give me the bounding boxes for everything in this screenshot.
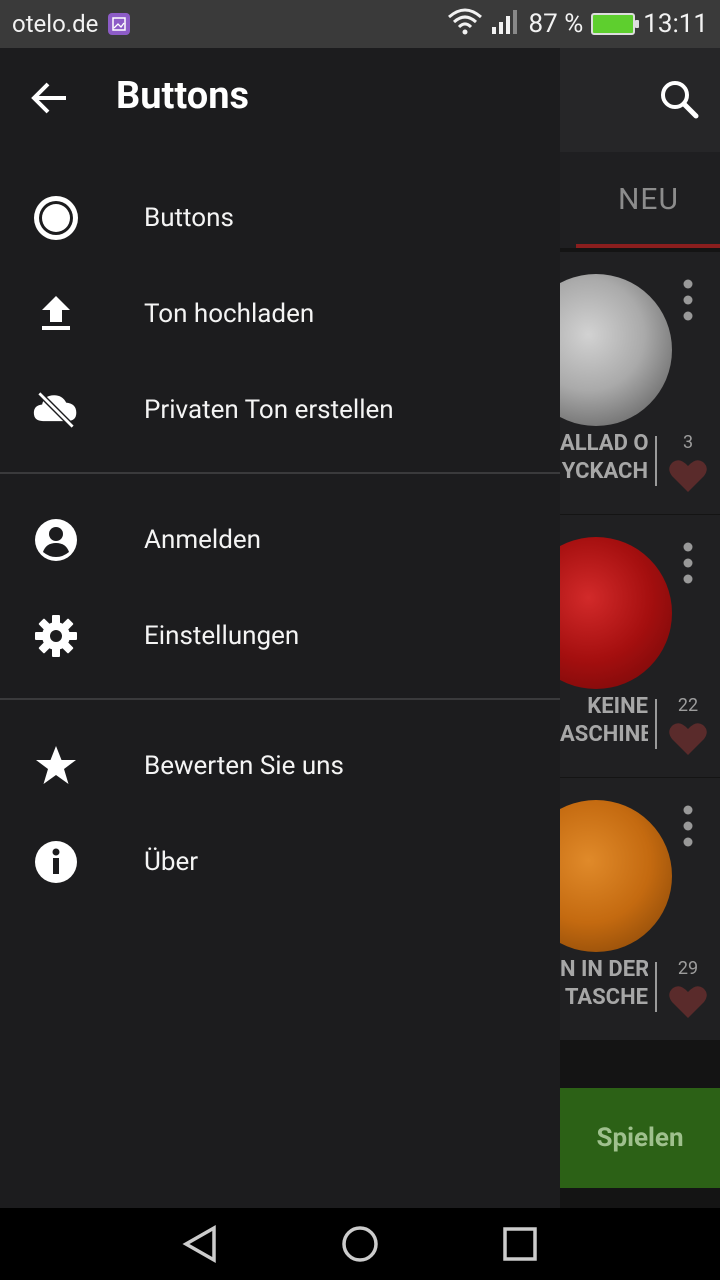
divider [0, 472, 560, 474]
menu-item-label: Buttons [144, 203, 234, 233]
search-icon[interactable] [658, 78, 702, 122]
card-separator [655, 436, 657, 486]
image-notification-icon [108, 13, 131, 35]
menu-item-label: Ton hochladen [144, 299, 315, 329]
menu-item-label: Einstellungen [144, 621, 300, 651]
heart-icon[interactable] [668, 984, 708, 1020]
clock: 13:11 [643, 9, 708, 39]
menu-item-label: Anmelden [144, 525, 262, 555]
menu-item-upload[interactable]: Ton hochladen [0, 266, 560, 362]
like-count: 3 [682, 432, 694, 453]
like-count: 22 [677, 695, 699, 716]
system-navigation-bar [0, 1208, 720, 1280]
more-options-icon[interactable] [680, 802, 696, 850]
divider [0, 698, 560, 700]
navigation-drawer: Buttons Buttons Ton hochladen Privaten T… [0, 48, 560, 1208]
signal-icon [491, 7, 521, 42]
menu-item-rate-us[interactable]: Bewerten Sie uns [0, 718, 560, 814]
carrier-name: otelo.de [12, 10, 99, 38]
star-icon [32, 742, 80, 790]
account-circle-icon [32, 516, 80, 564]
heart-icon[interactable] [668, 721, 708, 757]
heart-icon[interactable] [668, 458, 708, 494]
menu-item-label: Privaten Ton erstellen [144, 395, 394, 425]
sound-card[interactable]: ALLAD O YCKACH 3 [520, 252, 720, 514]
status-indicators: 87 % 13:11 [447, 0, 708, 48]
sound-card[interactable]: KEINE ASCHINE 22 [520, 515, 720, 777]
gear-icon [32, 612, 80, 660]
menu-item-about[interactable]: Über [0, 814, 560, 910]
nav-home-icon[interactable] [338, 1222, 382, 1266]
sound-label: ALLAD O YCKACH [560, 431, 648, 484]
card-separator [655, 699, 657, 749]
battery-percentage: 87 % [528, 9, 584, 39]
tab-neu[interactable]: NEU [560, 152, 720, 248]
tab-indicator [576, 244, 720, 248]
like-count: 29 [677, 958, 699, 979]
menu-item-private-sound[interactable]: Privaten Ton erstellen [0, 362, 560, 458]
cloud-off-icon [32, 386, 80, 434]
play-button-label: Spielen [596, 1123, 684, 1153]
sound-label: KEINE ASCHINE [560, 694, 648, 747]
more-options-icon[interactable] [680, 276, 696, 324]
more-options-icon[interactable] [680, 539, 696, 587]
battery-icon [591, 13, 640, 35]
tab-neu-label: NEU [618, 182, 679, 217]
info-icon [32, 838, 80, 886]
sound-card[interactable]: N IN DER TASCHE 29 [520, 778, 720, 1040]
menu-item-label: Bewerten Sie uns [144, 751, 344, 781]
menu-item-settings[interactable]: Einstellungen [0, 588, 560, 684]
play-button[interactable]: Spielen [560, 1088, 720, 1188]
drawer-title: Buttons [116, 74, 250, 118]
nav-back-icon[interactable] [178, 1222, 222, 1266]
nav-recents-icon[interactable] [498, 1222, 542, 1266]
drawer-header: Buttons [0, 48, 560, 152]
status-bar: otelo.de 87 % 13:11 [0, 0, 720, 48]
card-separator [655, 962, 657, 1012]
circle-button-icon [32, 194, 80, 242]
menu-item-label: Über [144, 847, 199, 877]
wifi-icon [447, 7, 483, 42]
back-arrow-icon[interactable] [28, 76, 72, 120]
menu-item-login[interactable]: Anmelden [0, 492, 560, 588]
upload-icon [32, 290, 80, 338]
menu-item-buttons[interactable]: Buttons [0, 170, 560, 266]
sound-label: N IN DER TASCHE [560, 957, 648, 1010]
